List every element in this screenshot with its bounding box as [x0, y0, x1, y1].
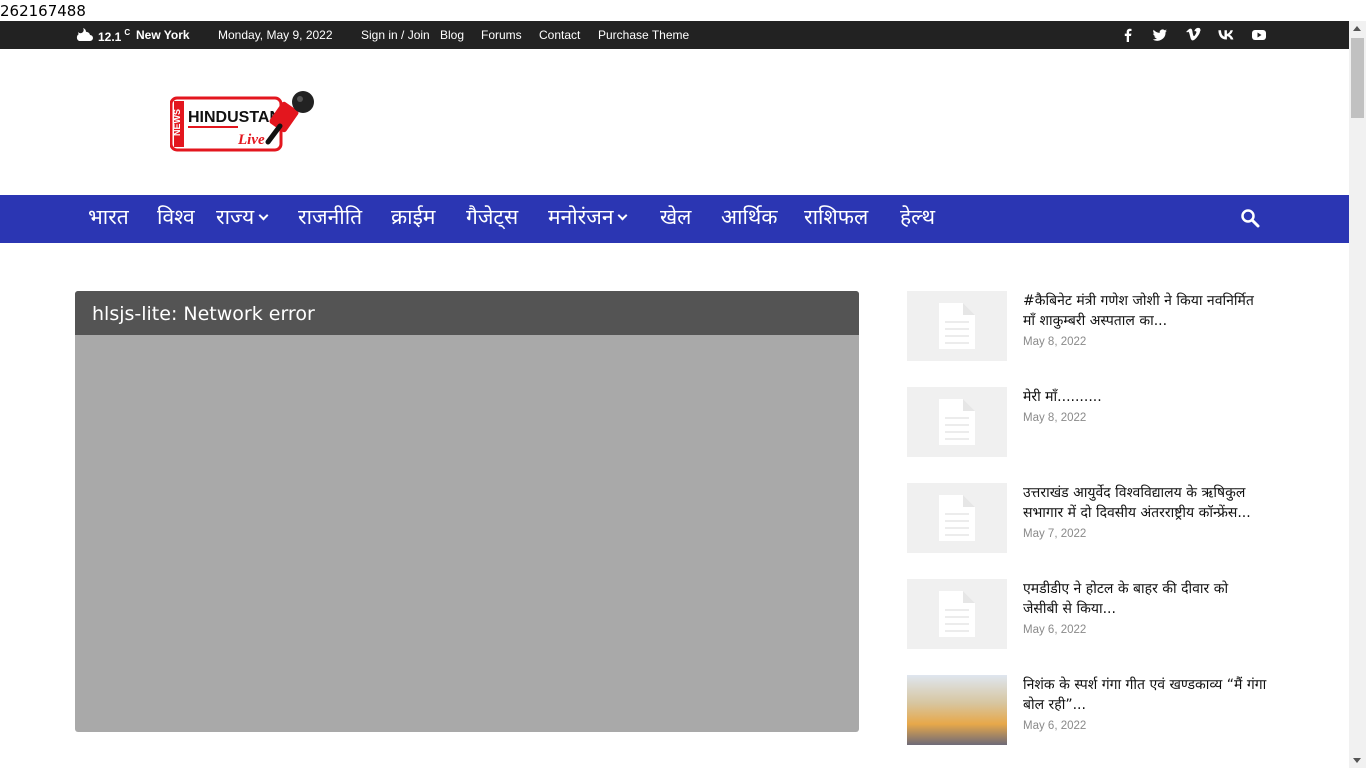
document-placeholder-icon — [939, 495, 975, 541]
vk-icon[interactable] — [1218, 27, 1234, 43]
purchase-theme-link[interactable]: Purchase Theme — [598, 28, 689, 42]
facebook-icon[interactable] — [1120, 27, 1136, 43]
list-item: एमडीडीए ने होटल के बाहर की दीवार को जेसी… — [907, 579, 1267, 651]
post-thumbnail[interactable] — [907, 291, 1007, 361]
nav-item-gadgets[interactable]: गैजेट्स — [466, 204, 518, 230]
post-thumbnail[interactable] — [907, 483, 1007, 553]
post-thumbnail-photo[interactable] — [907, 675, 1007, 745]
post-date: May 8, 2022 — [1023, 336, 1087, 348]
logo-main-text: HINDUSTAN — [188, 109, 281, 126]
current-date: Monday, May 9, 2022 — [218, 28, 333, 42]
nav-item-vishwa[interactable]: विश्व — [157, 204, 195, 230]
list-item: उत्तराखंड आयुर्वेद विश्वविद्यालय के ऋषिक… — [907, 483, 1267, 555]
player-error-bar: hlsjs-lite: Network error — [75, 291, 859, 335]
video-player[interactable]: hlsjs-lite: Network error — [75, 291, 859, 732]
post-thumbnail[interactable] — [907, 387, 1007, 457]
post-title[interactable]: #कैबिनेट मंत्री गणेश जोशी ने किया नवनिर्… — [1023, 291, 1267, 331]
post-title[interactable]: एमडीडीए ने होटल के बाहर की दीवार को जेसी… — [1023, 579, 1267, 619]
document-placeholder-icon — [939, 591, 975, 637]
post-date: May 6, 2022 — [1023, 720, 1087, 732]
cloudy-night-icon — [76, 28, 93, 41]
page: 12.1 C New York Monday, May 9, 2022 Sign … — [0, 0, 1349, 768]
vertical-scrollbar[interactable] — [1349, 21, 1366, 768]
post-date: May 6, 2022 — [1023, 624, 1087, 636]
sign-in-join-link[interactable]: Sign in / Join — [361, 28, 430, 42]
contact-link[interactable]: Contact — [539, 28, 580, 42]
nav-item-rashifal[interactable]: राशिफल — [804, 204, 868, 230]
post-title[interactable]: मेरी माँ.......... — [1023, 387, 1267, 407]
top-bar: 12.1 C New York Monday, May 9, 2022 Sign … — [0, 21, 1349, 49]
post-thumbnail[interactable] — [907, 579, 1007, 649]
youtube-icon[interactable] — [1251, 27, 1267, 43]
weather-city: New York — [136, 28, 190, 42]
post-title[interactable]: उत्तराखंड आयुर्वेद विश्वविद्यालय के ऋषिक… — [1023, 483, 1267, 523]
list-item: निशंक के स्पर्श गंगा गीत एवं खण्डकाव्य “… — [907, 675, 1267, 747]
vimeo-icon[interactable] — [1185, 27, 1201, 43]
temperature: 12.1 C — [98, 28, 131, 44]
logo-news-text: NEWS — [172, 109, 182, 136]
nav-item-manoranjan[interactable]: मनोरंजन — [548, 204, 628, 230]
chevron-down-icon — [258, 210, 269, 221]
list-item: मेरी माँ.......... May 8, 2022 — [907, 387, 1267, 459]
nav-item-crime[interactable]: क्राईम — [391, 204, 435, 230]
list-item: #कैबिनेट मंत्री गणेश जोशी ने किया नवनिर्… — [907, 291, 1267, 363]
nav-item-rajniti[interactable]: राजनीति — [298, 204, 362, 230]
search-icon[interactable] — [1240, 208, 1260, 228]
post-date: May 8, 2022 — [1023, 412, 1087, 424]
post-title[interactable]: निशंक के स्पर्श गंगा गीत एवं खण्डकाव्य “… — [1023, 675, 1267, 715]
nav-item-health[interactable]: हेल्थ — [900, 204, 935, 230]
hindustan-live-logo[interactable]: NEWS HINDUSTAN Live — [170, 88, 318, 154]
scroll-up-arrow-icon[interactable] — [1353, 26, 1361, 31]
temperature-unit: C — [124, 28, 131, 37]
forums-link[interactable]: Forums — [481, 28, 522, 42]
main-nav: भारत विश्व राज्य राजनीति क्राईम गैजेट्स … — [0, 195, 1349, 243]
player-error-message: hlsjs-lite: Network error — [92, 303, 315, 325]
logo-live-text: Live — [237, 132, 265, 148]
nav-item-khel[interactable]: खेल — [660, 204, 691, 230]
scroll-down-arrow-icon[interactable] — [1353, 758, 1361, 763]
chevron-down-icon — [618, 210, 628, 221]
document-placeholder-icon — [939, 303, 975, 349]
nav-item-rajya[interactable]: राज्य — [216, 204, 269, 230]
nav-item-bharat[interactable]: भारत — [88, 204, 129, 230]
scrollbar-thumb[interactable] — [1351, 38, 1364, 118]
document-placeholder-icon — [939, 399, 975, 445]
twitter-icon[interactable] — [1152, 27, 1168, 43]
nav-item-aarthik[interactable]: आर्थिक — [721, 204, 777, 230]
post-date: May 7, 2022 — [1023, 528, 1087, 540]
blog-link[interactable]: Blog — [440, 28, 464, 42]
